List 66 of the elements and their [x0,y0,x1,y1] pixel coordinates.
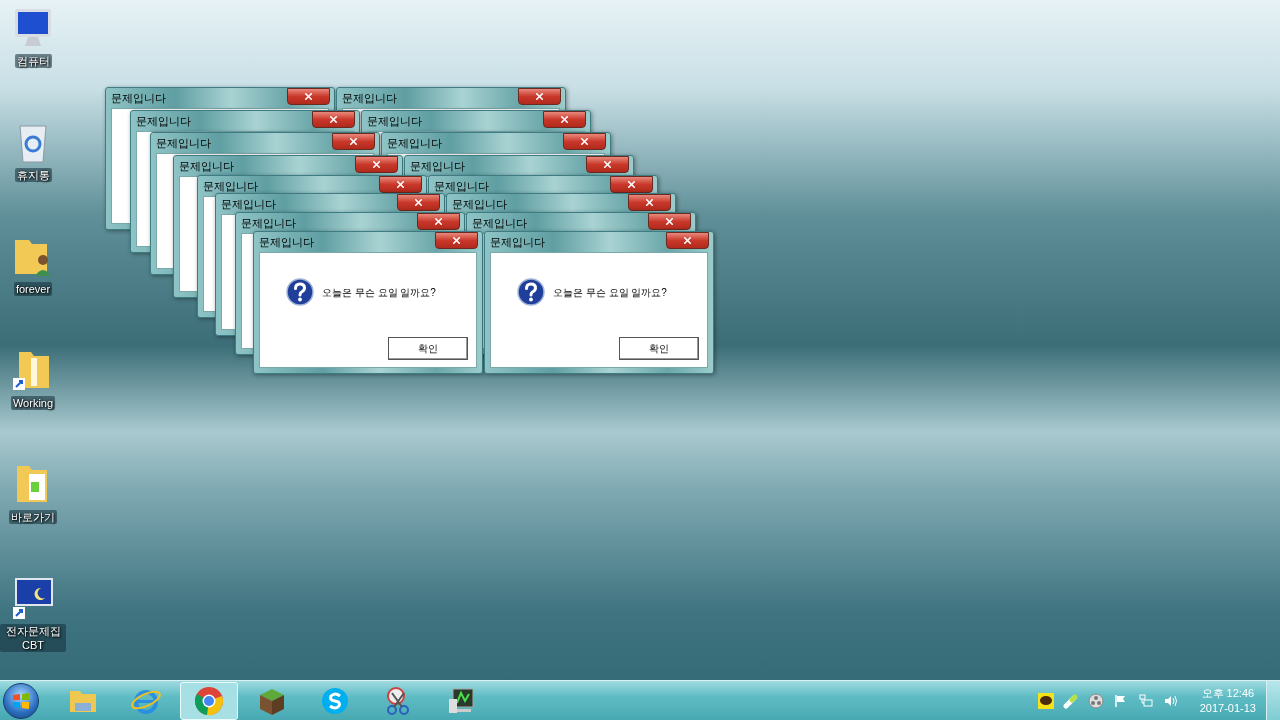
close-button[interactable] [435,232,478,249]
close-button[interactable] [397,194,440,211]
window-title: 문제입니다 [221,198,276,210]
window-title: 문제입니다 [156,137,211,149]
clock-date: 2017-01-13 [1199,700,1256,716]
close-icon [626,179,637,190]
question-icon [286,278,314,306]
close-icon [682,235,693,246]
window-title: 문제입니다 [136,115,191,127]
close-icon [579,136,590,147]
close-icon [602,159,613,170]
close-icon [303,91,314,102]
close-button[interactable] [287,88,330,105]
window-title: 문제입니다 [367,115,422,127]
window-title: 문제입니다 [452,198,507,210]
close-button[interactable] [518,88,561,105]
start-button[interactable] [3,682,39,719]
close-button[interactable] [417,213,460,230]
close-button[interactable] [610,176,653,193]
close-button[interactable] [355,156,398,173]
close-button[interactable] [379,176,422,193]
ok-button[interactable]: 확인 [388,337,468,360]
desktop-icon-label[interactable]: 전자문제집 CBT [0,624,66,652]
window-title: 문제입니다 [179,160,234,172]
close-icon [534,91,545,102]
message-text: 오늘은 무슨 요일 일까요? [322,285,436,300]
close-icon [433,216,444,227]
ok-button[interactable]: 확인 [619,337,699,360]
close-button[interactable] [666,232,709,249]
close-button[interactable] [648,213,691,230]
close-button[interactable] [586,156,629,173]
window-title: 문제입니다 [434,180,489,192]
close-button[interactable] [563,133,606,150]
disc-icon[interactable] [1087,692,1104,709]
browser-icon [193,684,225,717]
window-title: 문제입니다 [111,92,166,104]
close-icon [664,216,675,227]
window-title: 문제입니다 [241,217,296,229]
window-title: 문제입니다 [490,236,545,248]
close-button[interactable] [543,111,586,128]
close-icon [328,114,339,125]
close-button[interactable] [628,194,671,211]
close-icon [371,159,382,170]
message-text: 오늘은 무슨 요일 일까요? [553,285,667,300]
window-title: 문제입니다 [472,217,527,229]
window-title: 문제입니다 [259,236,314,248]
clock-time: 오후 12:46 [1201,685,1255,701]
question-icon [517,278,545,306]
close-icon [348,136,359,147]
window-title: 문제입니다 [387,137,442,149]
close-button[interactable] [312,111,355,128]
window-title: 문제입니다 [342,92,397,104]
close-icon [644,197,655,208]
close-icon [559,114,570,125]
close-icon [395,179,406,190]
desktop-icon-label[interactable]: Working [10,396,56,410]
close-icon [451,235,462,246]
desktop-icon-label[interactable]: 휴지통 [14,168,52,182]
chat-icon[interactable] [1037,692,1054,709]
windows-logo-icon [11,690,31,711]
taskbar-app-button[interactable] [180,681,238,720]
close-button[interactable] [332,133,375,150]
window-title: 문제입니다 [410,160,465,172]
close-icon [413,197,424,208]
window-title: 문제입니다 [203,180,258,192]
monitor-moon-icon [11,576,55,620]
